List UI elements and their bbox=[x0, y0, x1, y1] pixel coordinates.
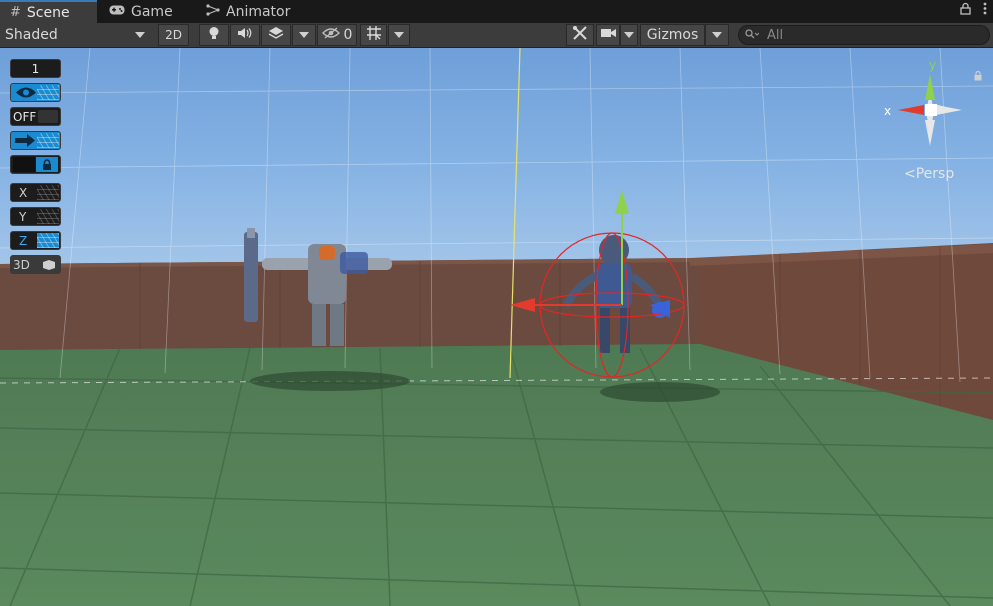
y-axis-arrow[interactable] bbox=[925, 74, 935, 100]
tab-scene[interactable]: # Scene bbox=[0, 0, 97, 23]
camera-dropdown[interactable] bbox=[620, 24, 638, 46]
x-axis-label: x bbox=[884, 104, 892, 118]
chevron-down-icon bbox=[624, 32, 634, 38]
audio-toggle-button[interactable] bbox=[230, 24, 260, 46]
chevron-down-icon bbox=[299, 32, 309, 38]
hidden-objects-toggle[interactable]: 0 bbox=[317, 24, 357, 46]
hierarchy-search-field[interactable] bbox=[738, 25, 990, 45]
off-label: OFF bbox=[13, 109, 37, 124]
axis-x-label: X bbox=[19, 185, 28, 200]
tab-bar: # Scene Game Animator bbox=[0, 0, 993, 23]
projection-toggle[interactable]: <Persp bbox=[904, 166, 954, 182]
view-3d-label: 3D bbox=[13, 257, 30, 272]
view-toggle-button[interactable] bbox=[10, 83, 61, 102]
gamepad-icon bbox=[109, 4, 125, 19]
cube-icon bbox=[42, 259, 56, 274]
gizmos-label: Gizmos bbox=[646, 27, 699, 43]
view-3d-toggle[interactable]: 3D bbox=[10, 255, 61, 274]
speaker-icon bbox=[237, 27, 253, 43]
grid-snap-icon bbox=[366, 25, 382, 45]
tools-icon bbox=[572, 25, 588, 45]
ground-grid bbox=[0, 347, 993, 606]
scene-toolbar: Shaded 2D 0 Gizmos All bbox=[0, 23, 993, 48]
tab-scene-label: Scene bbox=[26, 4, 70, 21]
grid-dropdown[interactable] bbox=[388, 24, 410, 46]
eye-hidden-icon bbox=[321, 27, 340, 43]
camera-settings-button[interactable] bbox=[596, 24, 620, 46]
chevron-down-icon bbox=[712, 32, 722, 38]
move-mode-button[interactable] bbox=[10, 131, 61, 150]
chevron-down-icon bbox=[394, 32, 404, 38]
gizmos-button[interactable]: Gizmos bbox=[640, 24, 705, 46]
tab-animator[interactable]: Animator bbox=[196, 0, 296, 23]
axis-z-toggle[interactable]: Z bbox=[10, 231, 61, 250]
side-wall bbox=[700, 243, 993, 420]
axis-y-label: Y bbox=[19, 209, 27, 224]
axis-z-label: Z bbox=[19, 233, 28, 248]
scene-orientation-gizmo[interactable]: y x bbox=[880, 56, 982, 156]
search-input[interactable] bbox=[765, 26, 969, 44]
lock-icon[interactable] bbox=[960, 2, 971, 19]
lock-icon bbox=[36, 157, 58, 172]
grid-pattern-icon bbox=[37, 85, 59, 100]
tab-game[interactable]: Game bbox=[99, 0, 189, 23]
lock-icon[interactable] bbox=[974, 66, 982, 85]
grid-pattern-icon bbox=[37, 185, 59, 200]
grid-icon: # bbox=[10, 5, 21, 20]
more-options-icon[interactable] bbox=[983, 2, 987, 19]
scene-viewport[interactable]: 1 OFF X Y Z 3D y x <Persp bbox=[0, 48, 993, 606]
toggle-2d-label: 2D bbox=[165, 28, 182, 42]
off-toggle-button[interactable]: OFF bbox=[10, 107, 61, 126]
hidden-count: 0 bbox=[343, 27, 353, 43]
grid-pattern-icon bbox=[37, 233, 59, 248]
tab-game-label: Game bbox=[131, 3, 173, 20]
chevron-left-icon: < bbox=[904, 166, 916, 182]
draw-mode-dropdown[interactable]: Shaded bbox=[0, 24, 152, 46]
lighting-toggle-button[interactable] bbox=[199, 24, 229, 46]
projection-label: Persp bbox=[915, 166, 955, 182]
window-controls bbox=[960, 2, 987, 19]
chevron-down-icon bbox=[135, 32, 145, 38]
scene-geometry bbox=[0, 48, 993, 606]
layers-icon bbox=[268, 26, 284, 44]
lock-toggle-button[interactable] bbox=[10, 155, 61, 174]
animator-icon bbox=[206, 3, 220, 20]
effects-toggle-button[interactable] bbox=[261, 24, 291, 46]
x-axis-arrow[interactable] bbox=[898, 105, 924, 115]
camera-icon bbox=[600, 27, 617, 43]
search-icon bbox=[745, 28, 760, 43]
arrow-right-icon bbox=[14, 134, 36, 150]
layer-count-label: 1 bbox=[31, 61, 40, 76]
eye-icon bbox=[15, 86, 37, 102]
tab-animator-label: Animator bbox=[226, 3, 291, 20]
toggle-switch-icon bbox=[38, 110, 58, 123]
draw-mode-label: Shaded bbox=[5, 27, 58, 43]
axis-y-toggle[interactable]: Y bbox=[10, 207, 61, 226]
gizmos-dropdown[interactable] bbox=[705, 24, 729, 46]
lightbulb-icon bbox=[208, 26, 220, 45]
grid-toggle-button[interactable] bbox=[360, 24, 387, 46]
y-axis-label: y bbox=[929, 58, 937, 72]
effects-dropdown[interactable] bbox=[292, 24, 316, 46]
axis-x-toggle[interactable]: X bbox=[10, 183, 61, 202]
grid-pattern-icon bbox=[37, 209, 59, 224]
layer-count-button[interactable]: 1 bbox=[10, 59, 61, 78]
toggle-2d-button[interactable]: 2D bbox=[158, 24, 189, 46]
tools-button[interactable] bbox=[566, 24, 594, 46]
grid-pattern-icon bbox=[37, 133, 59, 148]
